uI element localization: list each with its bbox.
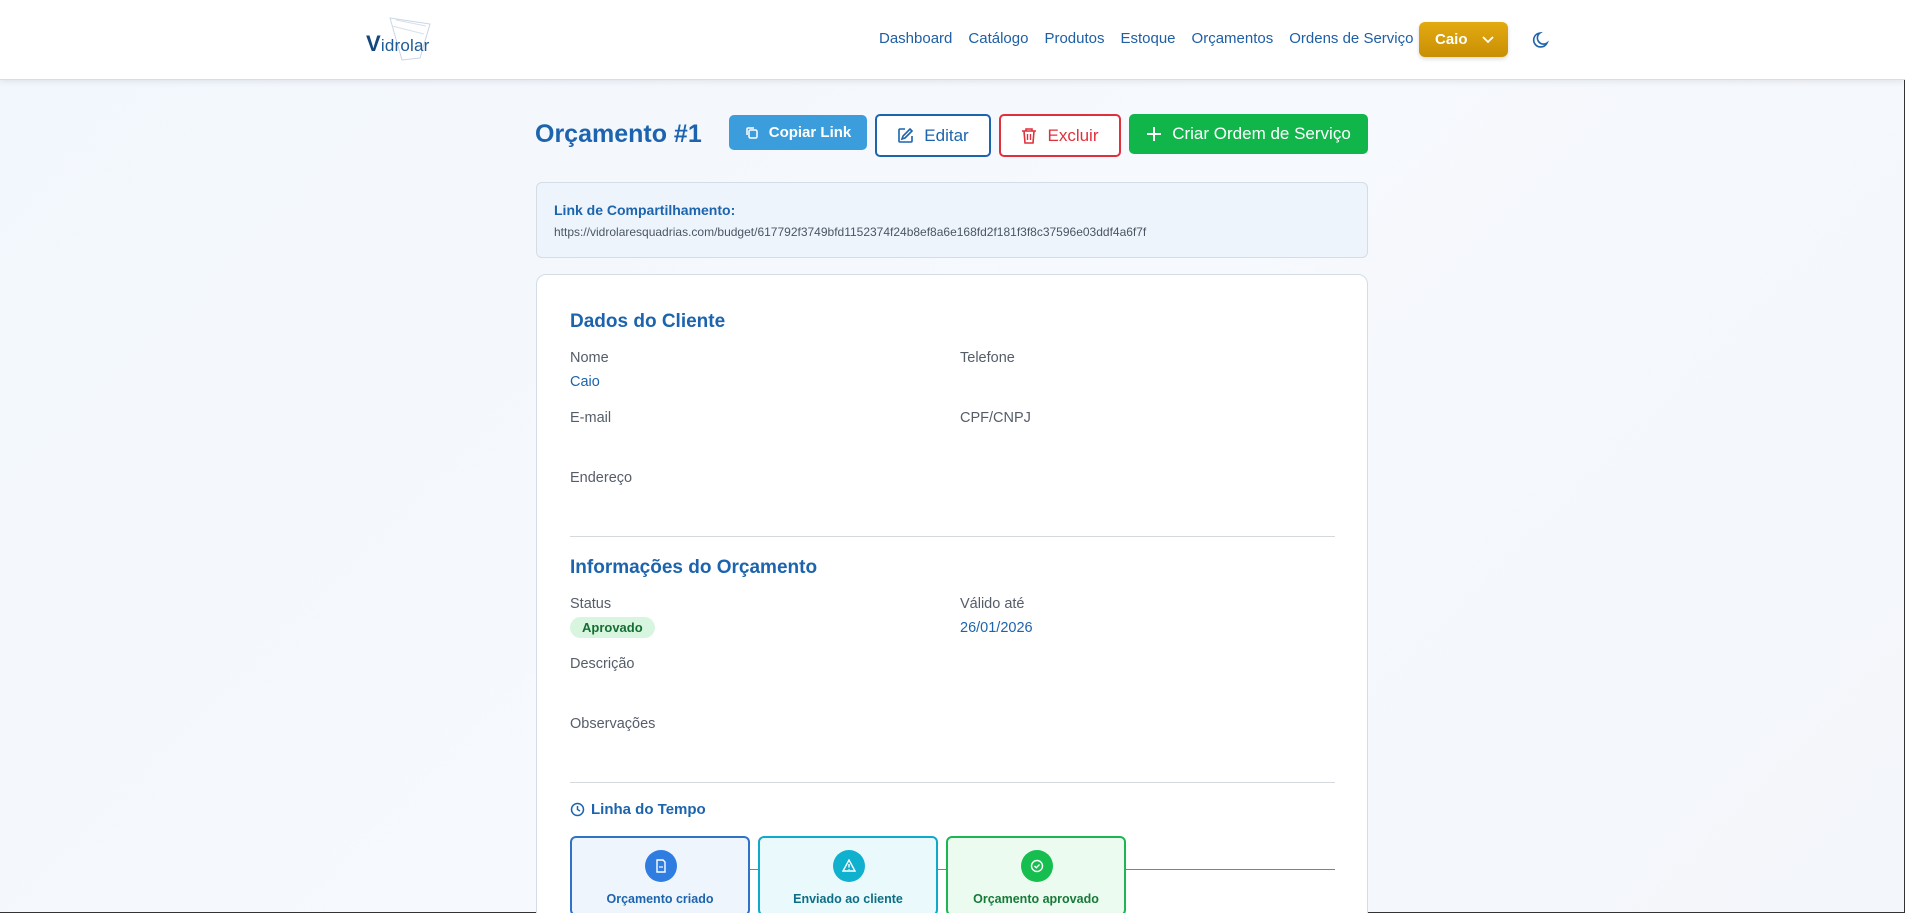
nav-produtos[interactable]: Produtos [1044, 30, 1104, 47]
user-menu-button[interactable]: Caio [1419, 22, 1508, 57]
check-circle-icon [1021, 850, 1053, 882]
client-email-label: E-mail [570, 410, 612, 426]
client-address-label: Endereço [570, 470, 633, 486]
share-link-label: Link de Compartilhamento: [554, 202, 736, 218]
trash-icon [1022, 128, 1037, 144]
plus-icon [1147, 127, 1162, 141]
create-service-order-label: Criar Ordem de Serviço [1172, 124, 1351, 143]
clock-icon [570, 802, 585, 817]
brand-logo[interactable]: Vidrolar [362, 16, 436, 62]
delete-label: Excluir [1047, 125, 1099, 145]
copy-link-label: Copiar Link [768, 124, 852, 141]
client-phone-label: Telefone [960, 350, 1015, 366]
share-link-url[interactable]: https://vidrolaresquadrias.com/budget/61… [554, 225, 1146, 239]
timeline-title-text: Linha do Tempo [591, 801, 706, 818]
nav-estoque[interactable]: Estoque [1120, 30, 1175, 47]
client-doc-label: CPF/CNPJ [960, 410, 1031, 426]
user-name: Caio [1435, 31, 1468, 48]
timeline-step: Orçamento aprovado [946, 836, 1126, 913]
nav-catalogo[interactable]: Catálogo [968, 30, 1028, 47]
section-divider [570, 782, 1335, 783]
valid-until-value: 26/01/2026 [960, 620, 1033, 636]
moon-icon[interactable] [1532, 30, 1552, 50]
client-name-value: Caio [570, 374, 600, 390]
nav-ordens-servico[interactable]: Ordens de Serviço [1289, 30, 1413, 47]
nav-dashboard[interactable]: Dashboard [879, 30, 952, 47]
navbar: Vidrolar Dashboard Catálogo Produtos Est… [0, 0, 1905, 80]
delete-button[interactable]: Excluir [999, 114, 1121, 157]
client-section-title: Dados do Cliente [570, 311, 726, 332]
create-service-order-button[interactable]: Criar Ordem de Serviço [1129, 114, 1368, 154]
status-label: Status [570, 596, 612, 612]
valid-until-label: Válido até [960, 596, 1025, 612]
timeline-title: Linha do Tempo [570, 801, 706, 818]
copy-icon [745, 126, 758, 139]
edit-button[interactable]: Editar [875, 114, 991, 157]
timeline-step-label: Orçamento criado [606, 892, 714, 906]
description-label: Descrição [570, 656, 635, 672]
document-icon [645, 850, 677, 882]
edit-icon [898, 127, 914, 143]
warning-icon [833, 850, 865, 882]
budget-details-card: Dados do Cliente Nome Caio Telefone E-ma… [536, 274, 1368, 913]
copy-link-button[interactable]: Copiar Link [729, 115, 867, 150]
nav-orcamentos[interactable]: Orçamentos [1192, 30, 1274, 47]
nav-links: Dashboard Catálogo Produtos Estoque Orça… [879, 30, 1429, 47]
logo-text: idrolar [380, 36, 430, 55]
timeline-step-label: Enviado ao cliente [793, 892, 903, 906]
page-title: Orçamento #1 [535, 120, 702, 148]
notes-label: Observações [570, 716, 656, 732]
logo-v: V [366, 31, 381, 56]
client-name-label: Nome [570, 350, 609, 366]
timeline-step: Orçamento criado [570, 836, 750, 913]
chevron-down-icon [1481, 35, 1494, 43]
edit-label: Editar [924, 125, 969, 145]
timeline-step-label: Orçamento aprovado [973, 892, 1099, 906]
status-badge: Aprovado [570, 617, 655, 638]
timeline-step: Enviado ao cliente [758, 836, 938, 913]
section-divider [570, 536, 1335, 537]
share-link-box: Link de Compartilhamento: https://vidrol… [536, 182, 1368, 258]
budget-info-section-title: Informações do Orçamento [570, 557, 818, 578]
